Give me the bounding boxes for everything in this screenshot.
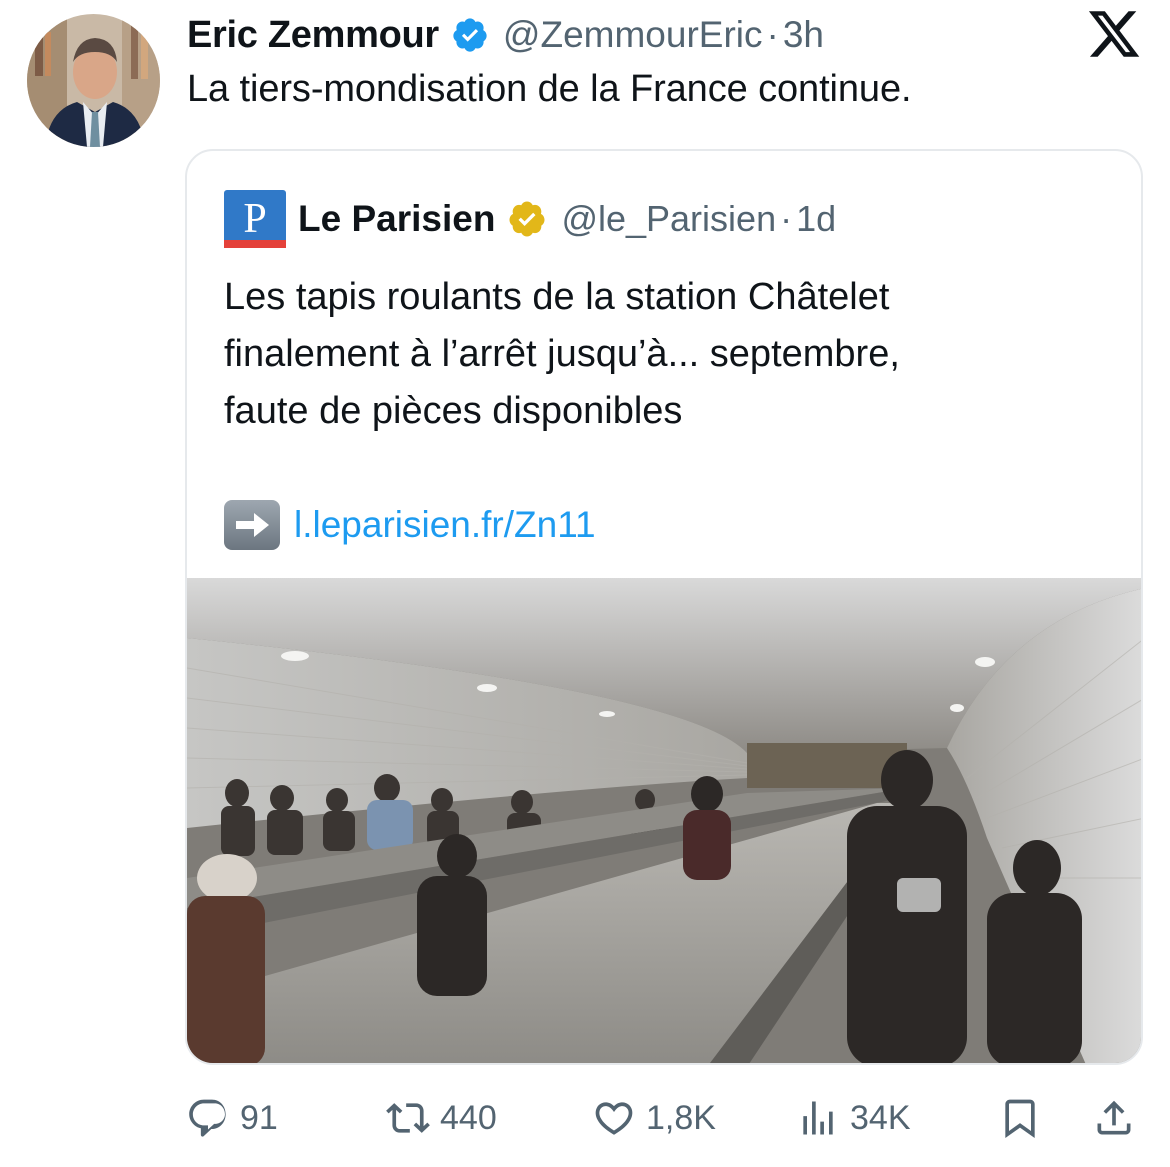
author-handle[interactable]: @ZemmourEric (503, 14, 763, 56)
quoted-text-line: finalement à l’arrêt jusqu’à... septembr… (224, 333, 900, 375)
views-button[interactable]: 34K (796, 1090, 911, 1146)
reply-icon (189, 1099, 226, 1137)
tweet-action-bar: 91 440 1,8K 34K (0, 1090, 1170, 1146)
quoted-author-name[interactable]: Le Parisien (298, 198, 495, 240)
repost-button[interactable]: 440 (386, 1090, 497, 1146)
like-count: 1,8K (646, 1098, 716, 1137)
reply-button[interactable]: 91 (186, 1090, 278, 1146)
le-parisien-logo-letter: P (243, 196, 266, 242)
quoted-tweet-header: P Le Parisien @le_Parisien · 1d (224, 190, 836, 248)
views-icon (803, 1101, 833, 1135)
verified-badge-icon (453, 18, 487, 52)
repost-icon (386, 1103, 430, 1133)
tweet-text: La tiers-mondisation de la France contin… (187, 68, 912, 110)
author-avatar[interactable] (27, 14, 160, 147)
quoted-tweet-time[interactable]: 1d (796, 198, 836, 240)
tweet-header: Eric Zemmour @ZemmourEric · 3h (187, 8, 824, 62)
gold-verified-badge-icon (509, 201, 545, 237)
like-icon (595, 1102, 633, 1135)
separator-dot: · (766, 14, 779, 55)
bookmark-icon (1005, 1099, 1035, 1139)
reply-count: 91 (240, 1098, 278, 1137)
metro-travelator-photo[interactable] (187, 578, 1141, 1063)
x-logo-icon[interactable] (1086, 6, 1142, 62)
views-count: 34K (850, 1098, 911, 1137)
quoted-author-handle[interactable]: @le_Parisien (561, 198, 776, 240)
author-name[interactable]: Eric Zemmour (187, 14, 439, 57)
share-button[interactable] (1092, 1090, 1136, 1146)
right-arrow-emoji-icon (224, 500, 280, 550)
quoted-text-line: faute de pièces disponibles (224, 390, 683, 432)
bookmark-button[interactable] (998, 1090, 1042, 1146)
le-parisien-logo-icon: P (224, 190, 286, 248)
quoted-text-line: Les tapis roulants de la station Châtele… (224, 276, 890, 318)
article-link[interactable]: l.leparisien.fr/Zn11 (294, 504, 596, 546)
tweet-time[interactable]: 3h (783, 14, 824, 56)
quoted-separator-dot: · (780, 198, 793, 239)
quoted-tweet-card[interactable]: P Le Parisien @le_Parisien · 1d Les tapi… (185, 149, 1143, 1065)
share-icon (1097, 1100, 1131, 1135)
like-button[interactable]: 1,8K (592, 1090, 716, 1146)
quoted-link-row: l.leparisien.fr/Zn11 (224, 499, 596, 551)
repost-count: 440 (440, 1098, 497, 1137)
quoted-tweet-text: Les tapis roulants de la station Châtele… (224, 269, 1104, 440)
